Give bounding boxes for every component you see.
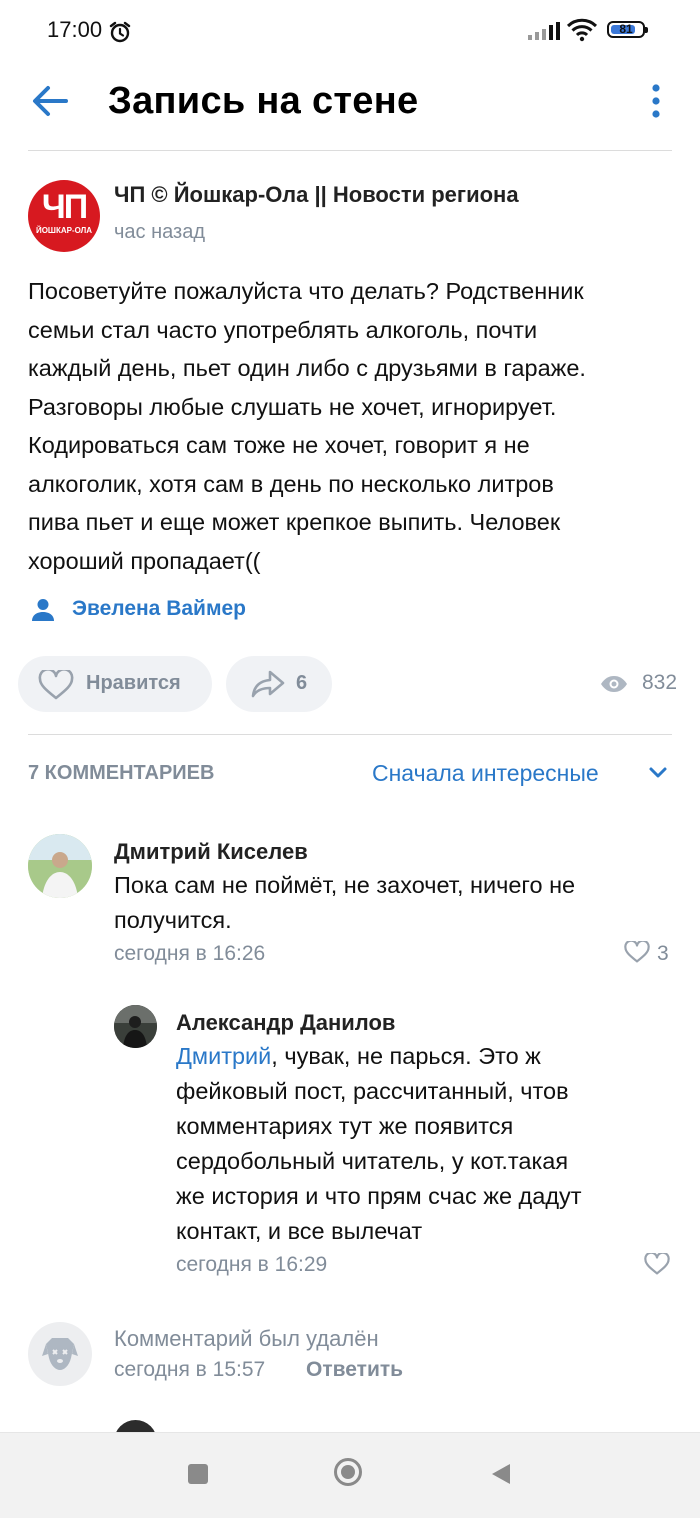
comment-text-line: комментариях тут же появится [176, 1113, 514, 1139]
comments-count: 7 КОММЕНТАРИЕВ [28, 762, 215, 784]
comment-text-line: Пока сам не поймёт, не захочет, ничего н… [114, 872, 576, 898]
heart-icon[interactable] [644, 1253, 670, 1275]
post-text-line: хороший пропадает(( [28, 547, 261, 574]
group-avatar[interactable]: ЧП ЙОШКАР-ОЛА [28, 180, 100, 252]
actions-divider [28, 734, 672, 735]
deleted-dog-icon [28, 1322, 92, 1386]
page-title: Запись на стене [108, 80, 419, 122]
post-text-line: пива пьет и еще может крепкое выпить. Че… [28, 509, 561, 535]
comments-sort-dropdown[interactable]: Сначала интересные [372, 760, 599, 787]
logo-text: ЧП [41, 188, 88, 226]
status-time: 17:00 [47, 17, 103, 42]
post-text: Посоветуйте пожалуйста что делать? Родст… [28, 272, 678, 580]
battery-level: 81 [619, 22, 633, 36]
reply-button[interactable]: Ответить [306, 1358, 403, 1382]
heart-icon [38, 670, 74, 700]
comment-text: Пока сам не поймёт, не захочет, ничего н… [114, 868, 674, 938]
deleted-dog-graphic [42, 1338, 78, 1370]
post-text-line: алкоголик, хотя сам в день по несколько … [28, 470, 554, 497]
wifi-icon [566, 18, 598, 42]
comment-time: сегодня в 16:29 [176, 1253, 328, 1276]
alarm-icon [109, 21, 131, 43]
avatar[interactable] [114, 1005, 157, 1048]
logo-city: ЙОШКАР-ОЛА [35, 226, 93, 235]
post-time: час назад [114, 221, 206, 243]
like-button[interactable]: Нравится [18, 656, 212, 712]
comment-text-line: же история и что прям счас же дадут [176, 1183, 582, 1209]
share-count: 6 [296, 672, 308, 694]
battery-indicator: 81 [607, 21, 648, 38]
avatar-photo [114, 1005, 157, 1048]
post-text-line: каждый день, пьет один либо с друзьями в… [28, 355, 586, 381]
post-text-line: семьи стал часто употреблять алкоголь, п… [28, 316, 538, 343]
post-text-line: Кодироваться сам тоже не хочет, говорит … [28, 432, 530, 458]
comment-time: сегодня в 15:57 [114, 1358, 266, 1381]
deleted-comment-text: Комментарий был удалён [114, 1326, 379, 1351]
comment-text-line: сердобольный читатель, у кот.такая [176, 1148, 569, 1174]
nav-back-icon[interactable] [490, 1462, 512, 1486]
comment-text: Дмитрий, чувак, не парься. Это ж фейковы… [176, 1039, 676, 1249]
group-name[interactable]: ЧП © Йошкар-Ола || Новости региона [114, 182, 519, 208]
post-text-line: Разговоры любые слушать не хочет, игнори… [28, 393, 557, 420]
comment-text-fragment: , чувак, не парься. Это ж [271, 1043, 541, 1069]
post-text-line: Посоветуйте пожалуйста что делать? Родст… [28, 278, 584, 304]
comment-time: сегодня в 16:26 [114, 942, 266, 965]
comment-text-line: Дмитрий, чувак, не парься. Это ж [176, 1039, 676, 1074]
back-arrow-icon[interactable] [30, 84, 70, 118]
signal-icon [528, 22, 560, 40]
comment-text-line: контакт, и все вылечат [176, 1218, 423, 1244]
avatar-photo [28, 834, 92, 898]
more-vertical-icon[interactable] [650, 84, 662, 118]
header-divider [28, 150, 672, 151]
like-label: Нравится [86, 672, 181, 694]
comment-author[interactable]: Александр Данилов [176, 1010, 395, 1036]
share-icon [251, 670, 285, 698]
eye-icon [601, 676, 627, 692]
home-icon[interactable] [334, 1458, 362, 1486]
comment-author[interactable]: Дмитрий Киселев [114, 839, 308, 865]
comment-text-line: получится. [114, 907, 232, 933]
avatar[interactable] [28, 834, 92, 898]
share-button[interactable]: 6 [226, 656, 332, 712]
user-icon [32, 599, 54, 621]
recent-apps-icon[interactable] [188, 1464, 208, 1484]
post-author-link[interactable]: Эвелена Ваймер [72, 597, 246, 621]
heart-icon[interactable] [624, 941, 650, 963]
chevron-down-icon[interactable] [648, 766, 668, 780]
views-count: 832 [642, 671, 678, 694]
mention-link[interactable]: Дмитрий [176, 1043, 271, 1069]
comment-like-count: 3 [657, 942, 669, 965]
comment-text-line: фейковый пост, рассчитанный, чтов [176, 1078, 569, 1104]
